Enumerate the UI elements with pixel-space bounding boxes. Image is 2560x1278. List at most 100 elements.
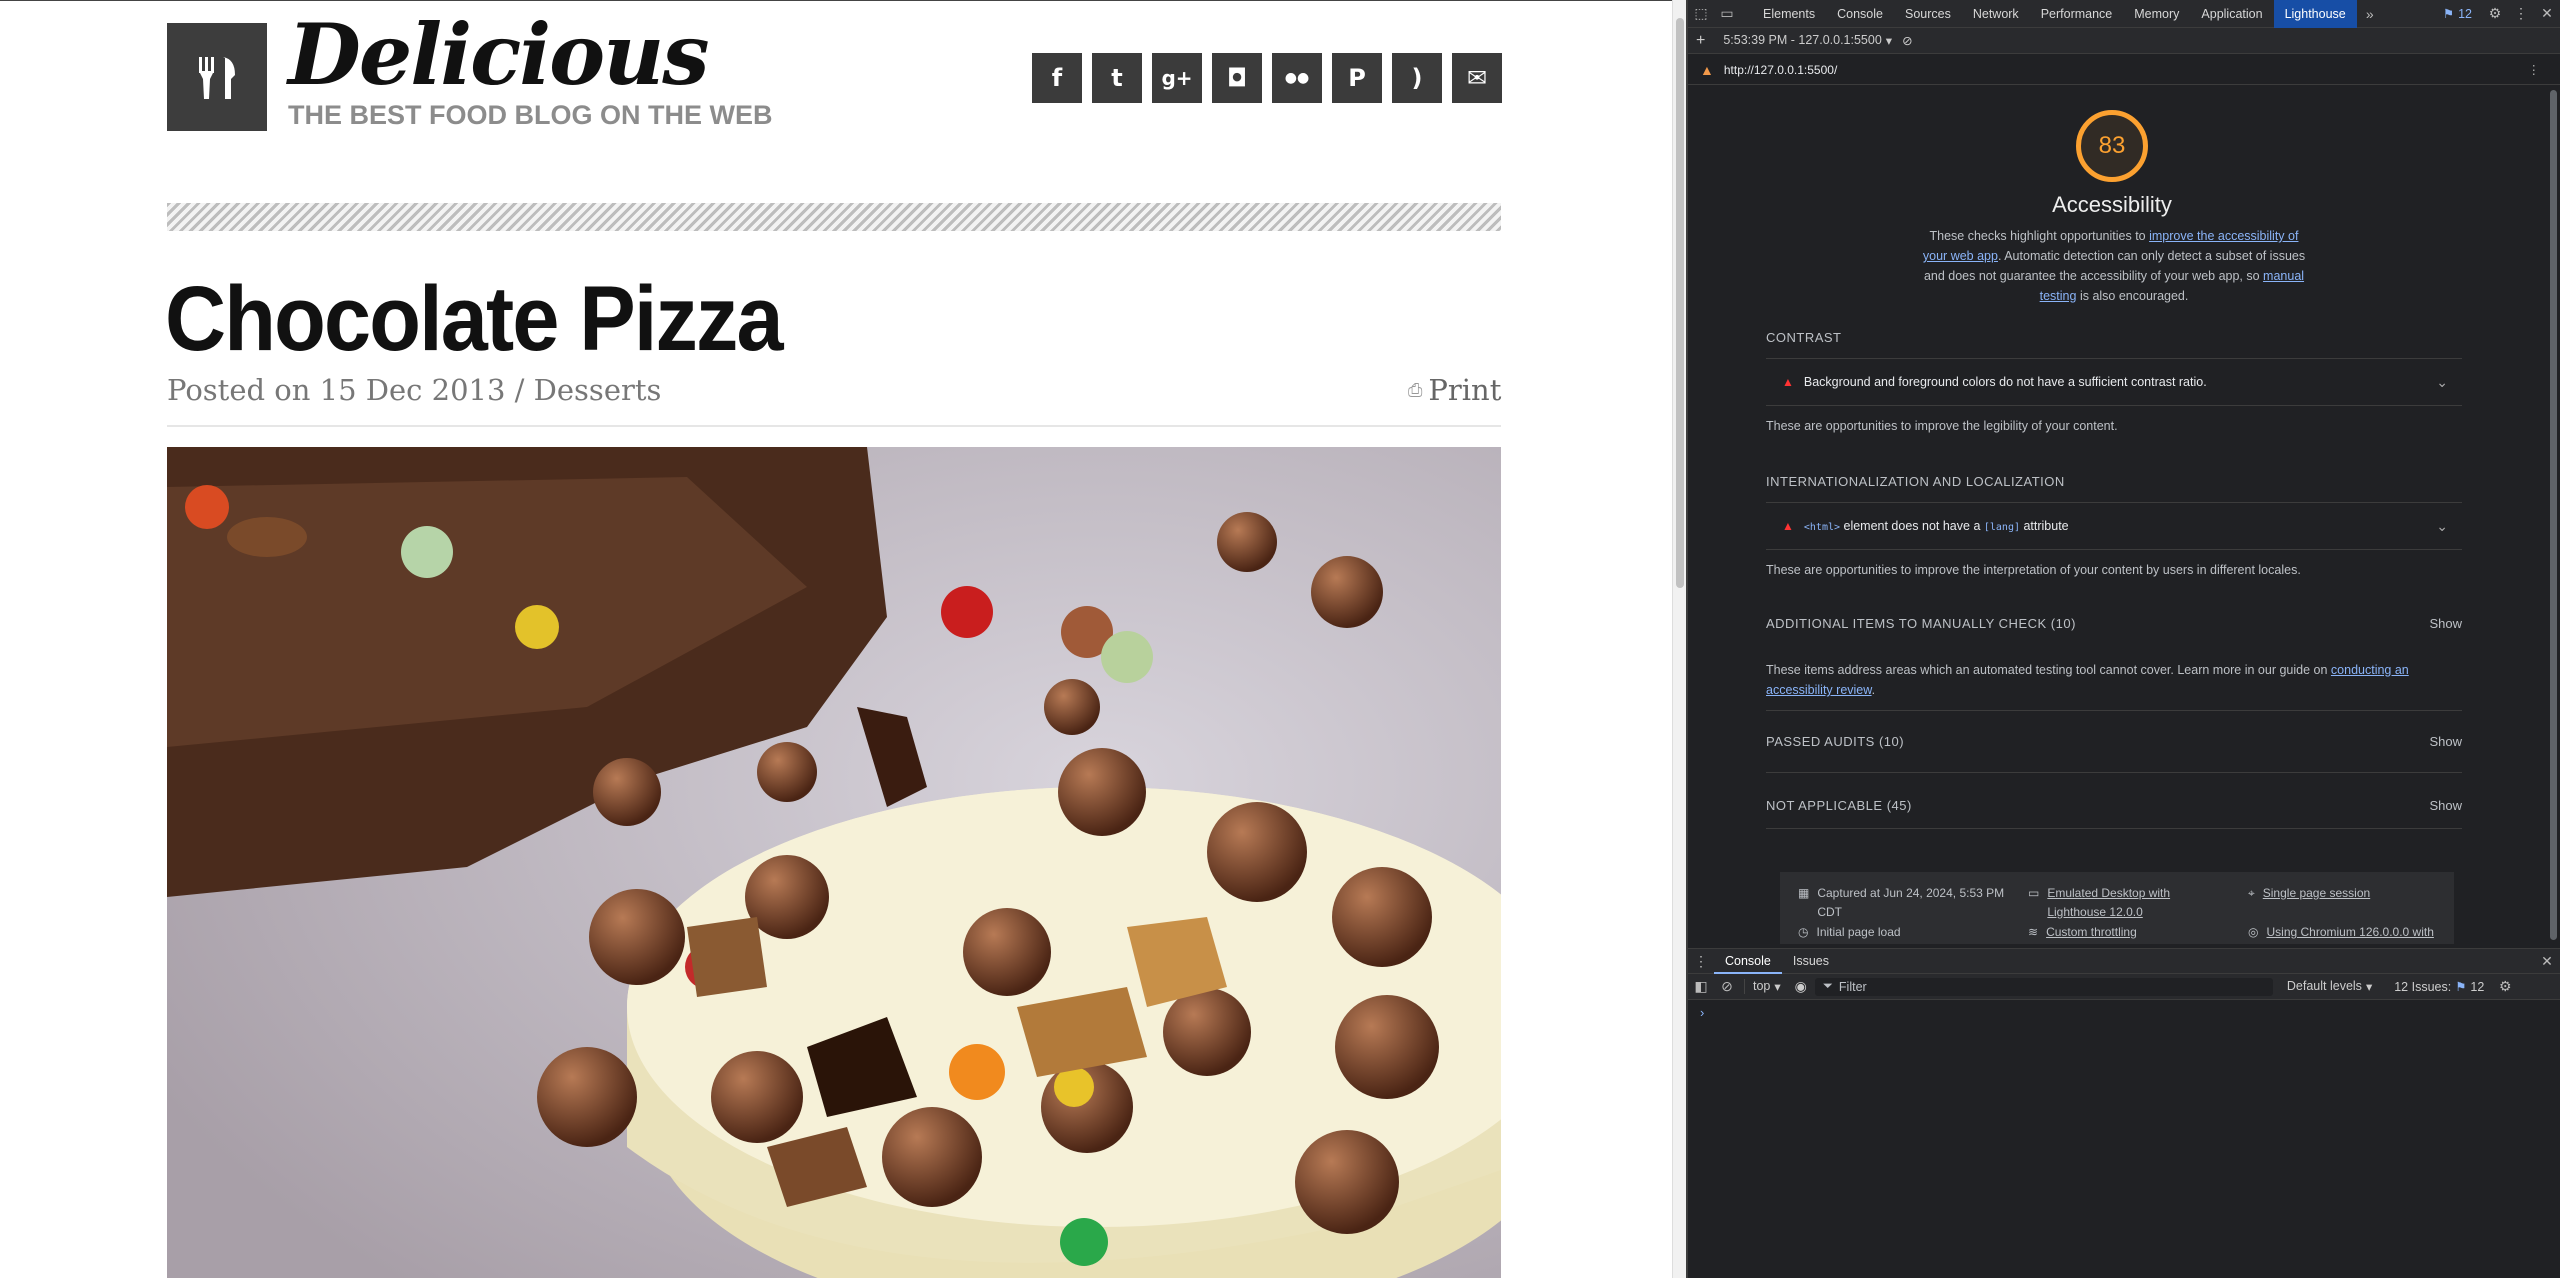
tab-sources[interactable]: Sources (1894, 0, 1962, 28)
chevron-down-icon: ▾ (1774, 980, 1781, 994)
tab-network[interactable]: Network (1962, 0, 2030, 28)
audit-contrast[interactable]: ▲ Background and foreground colors do no… (1766, 358, 2462, 406)
console-settings-gear-icon[interactable]: ⚙ (2492, 978, 2518, 995)
tab-application[interactable]: Application (2190, 0, 2273, 28)
session-type[interactable]: ⌖ Single page session (2248, 884, 2448, 903)
pinterest-icon[interactable]: P (1332, 53, 1382, 103)
page-scrollbar[interactable] (1672, 0, 1686, 1278)
rss-icon[interactable]: ) (1392, 53, 1442, 103)
lighthouse-logo-icon: ▲ (1700, 61, 1714, 78)
manual-checks-heading[interactable]: ADDITIONAL ITEMS TO MANUALLY CHECK (10) S… (1766, 616, 2462, 631)
context-value: top (1753, 979, 1771, 993)
sidebar-toggle-icon[interactable]: ◧ (1692, 978, 1710, 995)
live-expression-eye-icon[interactable]: ◉ (1795, 978, 1807, 995)
contrast-description: These are opportunities to improve the l… (1766, 419, 2118, 433)
page-scrollbar-thumb[interactable] (1676, 18, 1684, 588)
runtime-settings: ▦ Captured at Jun 24, 2024, 5:53 PM CDT ▭… (1780, 872, 2454, 944)
kebab-menu-icon[interactable]: ⋮ (2508, 5, 2534, 22)
i18n-heading: INTERNATIONALIZATION AND LOCALIZATION (1766, 474, 2462, 489)
score-gauge[interactable]: 83 (2076, 110, 2148, 182)
throttling-text: Custom throttling (2046, 925, 2137, 939)
new-report-icon[interactable]: + (1696, 32, 1705, 50)
twitter-icon[interactable]: t (1092, 53, 1142, 103)
filter-placeholder: Filter (1838, 979, 1867, 994)
instagram-icon[interactable]: ◘ (1212, 53, 1262, 103)
google-plus-icon[interactable]: g+ (1152, 53, 1202, 103)
tab-console[interactable]: Console (1826, 0, 1894, 28)
more-tabs-icon[interactable]: » (2357, 6, 2383, 22)
audit-html-lang[interactable]: ▲ <html> element does not have a [lang] … (1766, 502, 2462, 550)
issues-count: 12 (2458, 6, 2472, 21)
tab-elements[interactable]: Elements (1752, 0, 1826, 28)
print-link[interactable]: ⎙ Print (1408, 373, 1501, 407)
drawer-menu-icon[interactable]: ⋮ (1688, 953, 1714, 970)
context-select[interactable]: top ▾ (1744, 979, 1781, 994)
close-drawer-icon[interactable]: ✕ (2534, 953, 2560, 970)
facebook-icon[interactable]: f (1032, 53, 1082, 103)
console-issues-counter[interactable]: 12 Issues: ⚑ 12 (2394, 979, 2484, 995)
log-levels-select[interactable]: Default levels ▾ (2287, 979, 2372, 994)
passed-show-toggle[interactable]: Show (2429, 734, 2462, 749)
inspect-element-icon[interactable]: ⬚ (1688, 5, 1714, 22)
tab-lighthouse[interactable]: Lighthouse (2273, 0, 2357, 28)
console-output[interactable]: › (1688, 1001, 2560, 1278)
chevron-down-icon: ⌄ (2436, 517, 2448, 534)
report-scrollbar-thumb[interactable] (2550, 90, 2557, 940)
site-logo[interactable] (167, 23, 267, 131)
chromium-version-text: Using Chromium 126.0.0.0 with (2266, 925, 2434, 939)
i18n-heading-label: INTERNATIONALIZATION AND LOCALIZATION (1766, 474, 2065, 489)
email-icon[interactable]: ✉ (1452, 53, 1502, 103)
section-divider (1766, 828, 2462, 829)
report-url-bar: ▲ http://127.0.0.1:5500/ ⋮ (1688, 55, 2560, 85)
report-select[interactable]: 5:53:39 PM - 127.0.0.1:5500 ▾ (1723, 33, 1892, 48)
throttling[interactable]: ≋ Custom throttling (2028, 923, 2228, 942)
console-prompt[interactable]: › (1700, 1005, 1704, 1020)
print-label: Print (1428, 373, 1502, 407)
chromium-version[interactable]: ◎ Using Chromium 126.0.0.0 with (2248, 923, 2448, 942)
audit-html-lang-title: <html> element does not have a [lang] at… (1804, 519, 2069, 533)
site-tagline: THE BEST FOOD BLOG ON THE WEB (288, 100, 773, 130)
device-toolbar-icon[interactable]: ▭ (1714, 5, 1740, 22)
printer-icon: ⎙ (1408, 379, 1423, 401)
settings-gear-icon[interactable]: ⚙ (2482, 5, 2508, 22)
score-value: 83 (2098, 132, 2126, 159)
intro-text-3: is also encouraged. (2076, 289, 2189, 303)
issues-counter[interactable]: ⚑ 12 (2443, 6, 2472, 22)
contrast-heading: CONTRAST (1766, 330, 2462, 345)
chevron-down-icon: ▾ (1885, 34, 1893, 48)
devtools-panel: ⬚ ▭ Elements Console Sources Network Per… (1688, 0, 2560, 1278)
passed-heading-label: PASSED AUDITS (10) (1766, 734, 1905, 749)
timer-icon: ◷ (1798, 925, 1809, 939)
hero-image (167, 447, 1501, 1278)
category-title: Accessibility (2052, 192, 2172, 217)
report-scrollbar[interactable] (2546, 86, 2560, 944)
emulated-device[interactable]: ▭ Emulated Desktop with Lighthouse 12.0.0 (2028, 884, 2228, 922)
audit-contrast-title: Background and foreground colors do not … (1803, 375, 2207, 389)
drawer-tab-console[interactable]: Console (1714, 948, 1782, 974)
header-divider (167, 203, 1501, 231)
session-type-text: Single page session (2262, 886, 2371, 900)
fail-triangle-icon: ▲ (1782, 375, 1794, 389)
na-show-toggle[interactable]: Show (2429, 798, 2462, 813)
clear-reports-icon[interactable]: ⊘ (1902, 33, 1912, 48)
flickr-icon[interactable]: ●● (1272, 53, 1322, 103)
report-url: http://127.0.0.1:5500/ (1723, 62, 1838, 77)
web-page: Delicious THE BEST FOOD BLOG ON THE WEB … (0, 0, 1672, 1278)
tab-performance[interactable]: Performance (2030, 0, 2124, 28)
chocolate-pizza-photo (167, 447, 1501, 1278)
console-filter-input[interactable]: ⏷ Filter (1814, 977, 2273, 996)
close-icon[interactable]: ✕ (2534, 5, 2560, 22)
post-title: Chocolate Pizza (165, 268, 784, 370)
site-title[interactable]: Delicious (288, 8, 710, 101)
manual-show-toggle[interactable]: Show (2429, 616, 2462, 631)
not-applicable-heading[interactable]: NOT APPLICABLE (45) Show (1766, 798, 2462, 813)
tab-memory[interactable]: Memory (2123, 0, 2190, 28)
filter-icon: ⏷ (1822, 979, 1833, 993)
drawer-tab-issues[interactable]: Issues (1782, 948, 1840, 974)
clear-console-icon[interactable]: ⊘ (1718, 978, 1736, 995)
passed-audits-heading[interactable]: PASSED AUDITS (10) Show (1766, 734, 2462, 749)
report-menu-icon[interactable]: ⋮ (2528, 62, 2541, 77)
chrome-icon: ◎ (2248, 925, 2259, 939)
manual-description: These items address areas which an autom… (1766, 660, 2462, 700)
html-tag-code: <html> (1803, 522, 1841, 533)
